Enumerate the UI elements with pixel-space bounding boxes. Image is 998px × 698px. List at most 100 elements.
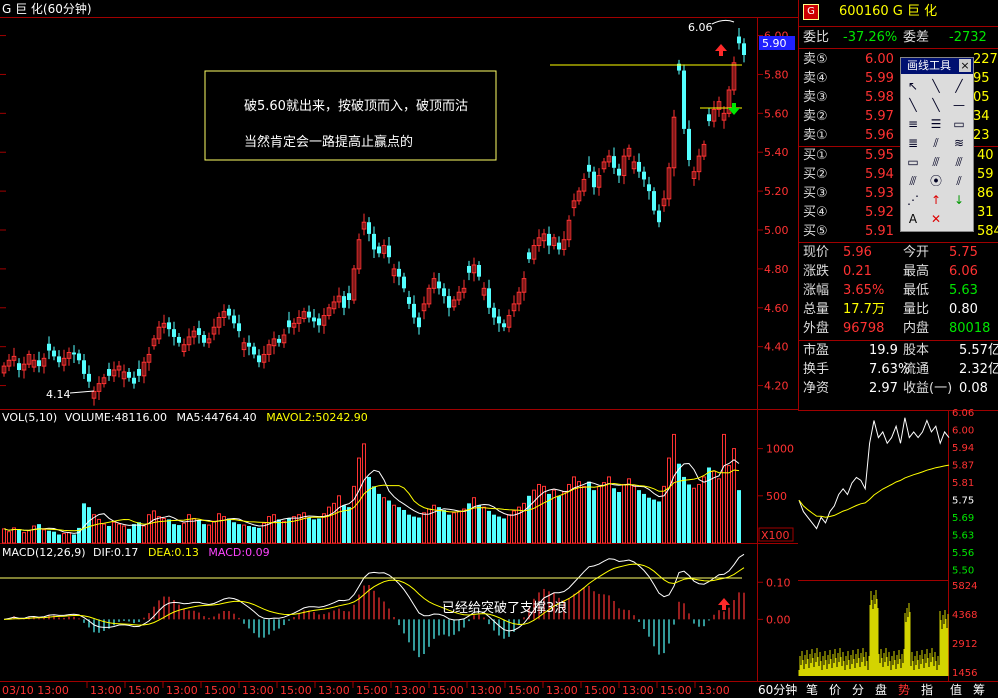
candle-body [167,322,171,330]
volume-bar [142,525,146,544]
drawing-tool-button[interactable]: ≣ [904,134,922,152]
drawing-tool-button[interactable]: ⫽ [950,172,968,190]
volume-bar [307,517,311,543]
volume-bar [47,530,51,543]
candle-body [342,296,346,308]
candle-body [742,43,746,55]
candle-body [137,369,141,376]
mini-price-label: 6.00 [952,426,974,437]
volume-bar [677,463,681,543]
macd-up-arrow-icon [718,598,730,610]
drawing-tool-button[interactable]: ╲ [927,96,945,114]
drawing-tool-button[interactable]: ╲ [904,96,922,114]
drawing-tool-button[interactable]: ↓ [950,191,968,209]
volume-bar [7,531,11,544]
volume-bar [477,505,481,543]
bottom-tab[interactable]: 笔 [806,682,818,698]
bottom-tab[interactable]: 60分钟 [758,682,797,698]
volume-bar [432,504,436,544]
volume-bar [312,519,316,543]
volume-bar [682,476,686,543]
drawing-tool-button[interactable]: ☰ [927,115,945,133]
stat-label: 今开 [903,245,930,260]
volume-bar [627,478,631,544]
candle-body [227,308,231,316]
candle-body [17,363,21,370]
drawing-tool-button[interactable]: ⫽ [927,134,945,152]
volume-bar [667,457,671,544]
volume-bar [502,518,506,543]
drawing-tool-button[interactable]: ⫻ [904,172,922,190]
buy-level-label: 买③ [803,186,828,201]
price-tag: 5.90 [762,37,787,50]
drawing-tool-button[interactable]: ≡ [904,115,922,133]
price-axis: 6.005.805.605.405.205.004.804.604.404.20 [0,30,789,393]
drawing-tool-button[interactable]: ▭ [950,115,968,133]
volume-bar [127,528,131,543]
candle-body [657,210,661,223]
drawing-tool-button[interactable]: ╲ [927,77,945,95]
tools-titlebar[interactable]: 画线工具 × [901,58,973,74]
bottom-tab[interactable]: 势 [898,682,910,698]
low-arrow [69,390,95,394]
drawing-tool-button[interactable]: ✕ [927,210,945,228]
stat-row: 现价 5.96 今开 5.75 [799,243,998,263]
bottom-tab[interactable]: 分 [852,682,864,698]
volume-bar [317,518,321,543]
volume-bar [257,527,261,543]
volume-bar [112,521,116,544]
volume-bar [622,483,626,544]
volume-bar [692,487,696,544]
sell-level-label: 卖① [803,128,828,143]
drawing-tool-button[interactable]: A [904,210,922,228]
volume-bar [462,508,466,544]
fund-row: 市盈 19.9 股本 5.57亿 [799,341,998,361]
bottom-tab[interactable]: 值 [950,682,962,698]
time-label: 15:00 [584,684,616,697]
volume-bar [242,524,246,544]
candle-body [612,156,616,168]
peak-arrow [711,19,735,25]
drawing-tool-button[interactable]: ↖ [904,77,922,95]
stat-row: 外盘 96798 内盘 80018 [799,319,998,339]
sell-price: 5.99 [865,71,894,86]
stock-logo: G [803,4,819,20]
bottom-tab[interactable]: 筹 [973,682,985,698]
candle-body [37,360,41,367]
bottom-tab[interactable]: 盘 [875,682,887,698]
tools-close-button[interactable]: × [959,59,971,72]
bottom-tab[interactable]: 指 [921,682,933,698]
drawing-tool-button[interactable]: ≋ [950,134,968,152]
candle-body [407,297,411,304]
drawing-tool-button[interactable]: — [950,96,968,114]
volume-bar [687,484,691,543]
volume-bar [87,507,91,543]
volume-bar [232,522,236,543]
drawing-tool-button[interactable]: ⫻ [950,153,968,171]
drawing-tool-button[interactable]: ╱ [950,77,968,95]
buy-level-label: 买④ [803,205,828,220]
stat-value: 0.21 [843,264,872,279]
weibi-label: 委比 [803,30,830,45]
candle-body [557,242,561,250]
volume-bar [72,534,76,543]
bottom-tab[interactable]: 价 [829,682,841,698]
time-label: 13:00 [242,684,274,697]
volume-bar [412,516,416,543]
drawing-tool-button[interactable]: ⋰ [904,191,922,209]
volume-bar [322,513,326,544]
drawing-tool-button[interactable]: ⦿ [927,172,945,190]
volume-bar [457,510,461,544]
time-label: 13:00 [394,684,426,697]
candle-body [257,355,261,363]
drawing-tool-button[interactable]: ▭ [904,153,922,171]
sell-volume: 34 [973,109,990,124]
drawing-tools-palette[interactable]: 画线工具 × ↖ ╲ ╱ ╲ ╲ — ≡ ☰ ▭ ≣ ⫽ ≋ ▭ ⫻ ⫻ ⫻ ⦿ ⫽ ⋰ ↑ ↓ A ✕ [900,57,974,232]
candle-body [47,343,51,351]
sell-price: 5.96 [865,128,894,143]
volume-bar [442,509,446,543]
drawing-tool-button[interactable]: ↑ [927,191,945,209]
drawing-tool-button[interactable]: ⫻ [927,153,945,171]
candle-body [527,252,531,260]
candle-body [387,245,391,258]
